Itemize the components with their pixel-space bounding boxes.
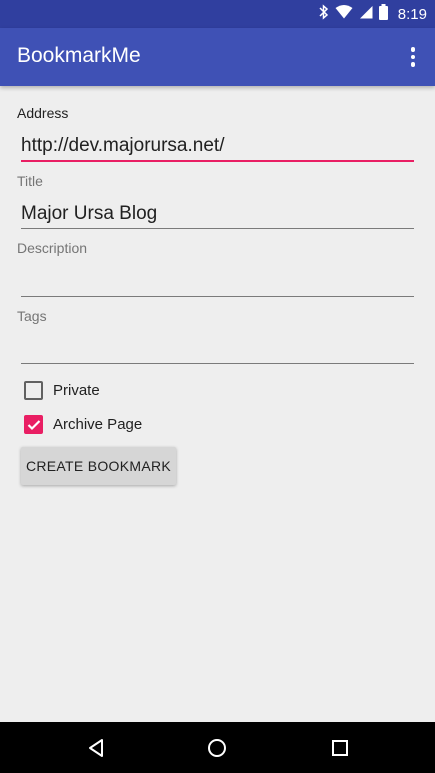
title-input[interactable]: Major Ursa Blog: [21, 203, 414, 225]
description-input[interactable]: [21, 270, 414, 294]
tags-label: Tags: [17, 308, 47, 324]
back-triangle-icon[interactable]: [84, 736, 108, 760]
archive-label: Archive Page: [53, 416, 143, 433]
create-bookmark-button[interactable]: CREATE BOOKMARK: [21, 447, 176, 485]
more-vert-icon[interactable]: [401, 42, 425, 72]
bluetooth-icon: [319, 3, 329, 25]
status-icons: 8:19: [319, 0, 427, 28]
address-underline: [21, 160, 414, 162]
signal-icon: [359, 5, 373, 24]
status-time: 8:19: [397, 5, 427, 23]
tags-input[interactable]: [21, 338, 414, 362]
app-bar: BookmarkMe: [0, 28, 435, 86]
private-checkbox[interactable]: [24, 381, 43, 400]
app-title: BookmarkMe: [17, 44, 141, 67]
wifi-icon: [335, 4, 353, 24]
navigation-bar: [0, 722, 435, 773]
title-label: Title: [17, 173, 43, 189]
description-underline: [21, 296, 414, 297]
recents-square-icon[interactable]: [328, 736, 352, 760]
address-input[interactable]: http://dev.majorursa.net/: [21, 135, 414, 157]
address-label: Address: [17, 105, 69, 121]
home-circle-icon[interactable]: [205, 736, 229, 760]
private-checkbox-row[interactable]: Private: [24, 381, 100, 400]
check-icon: [27, 419, 40, 430]
tags-underline: [21, 363, 414, 364]
title-underline: [21, 228, 414, 229]
archive-checkbox[interactable]: [24, 415, 43, 434]
description-label: Description: [17, 240, 88, 256]
private-label: Private: [53, 382, 100, 399]
battery-icon: [378, 3, 388, 25]
status-bar: 8:19: [0, 0, 435, 28]
archive-checkbox-row[interactable]: Archive Page: [24, 415, 142, 434]
